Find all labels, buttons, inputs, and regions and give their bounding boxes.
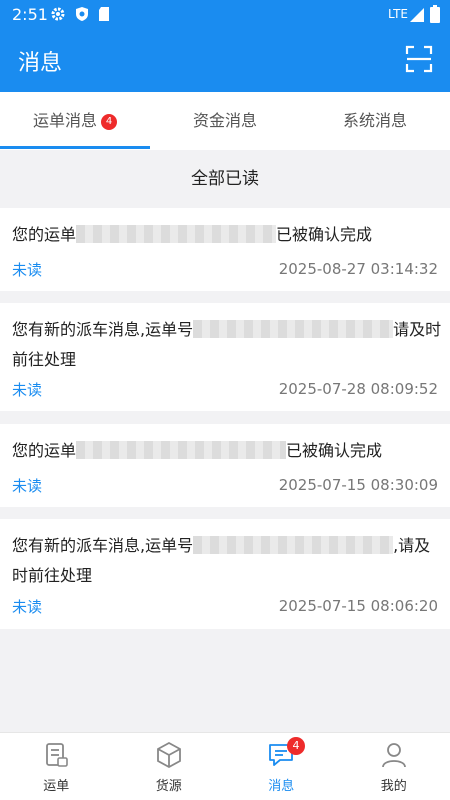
message-text-suffix: 已被确认完成 [276,225,373,244]
tab-waybill-messages[interactable]: 运单消息 4 [0,92,150,150]
nav-label: 消息 [268,779,295,794]
message-time: 2025-08-27 03:14:32 [278,260,438,278]
message-text: 您的运单 已被确认完成 [12,220,442,250]
sd-card-icon [99,7,109,21]
message-text-prefix: 您的运单 [12,441,77,460]
message-time: 2025-07-28 08:09:52 [278,380,438,398]
settings-gear-icon [51,7,65,21]
waybill-icon [46,743,68,767]
status-bar: 2:51 LTE [0,0,450,30]
page-title: 消息 [18,51,63,76]
shield-icon [76,7,88,21]
active-tab-indicator [0,146,150,149]
status-time: 2:51 [12,5,48,24]
redacted-waybill-number [76,225,277,243]
nav-label: 我的 [380,779,407,794]
bottom-navigation: 运单 货源 4 消息 我的 [0,732,450,800]
tab-label: 运单消息 [32,111,97,130]
nav-unread-badge: 4 [287,737,305,755]
message-text-suffix: 已被确认完成 [286,441,383,460]
message-card[interactable]: 您有新的派车消息,运单号 ,请及时前往处理 未读 2025-07-15 08:06… [0,519,450,629]
message-text-prefix: 您有新的派车消息,运单号 [12,320,194,339]
unread-status: 未读 [12,381,43,399]
nav-item-waybill[interactable]: 运单 [0,733,113,800]
unread-status: 未读 [12,261,43,279]
message-card[interactable]: 您的运单 已被确认完成 未读 2025-07-15 08:30:09 [0,424,450,507]
nav-label: 货源 [155,779,182,794]
tab-label: 资金消息 [192,111,257,130]
unread-status: 未读 [12,598,43,616]
nav-item-messages[interactable]: 4 消息 [225,733,338,800]
message-text: 您的运单 已被确认完成 [12,436,442,466]
message-text-prefix: 您的运单 [12,225,77,244]
battery-icon [430,5,440,23]
unread-status: 未读 [12,477,43,495]
message-text: 您有新的派车消息,运单号 ,请及时前往处理 [12,531,442,591]
message-tabs: 运单消息 4 资金消息 系统消息 [0,92,450,150]
user-icon [381,743,406,768]
redacted-waybill-number [193,536,394,554]
nav-label: 运单 [43,779,70,794]
nav-item-cargo-source[interactable]: 货源 [113,733,226,800]
tab-fund-messages[interactable]: 资金消息 [150,92,300,150]
message-card[interactable]: 您的运单 已被确认完成 未读 2025-08-27 03:14:32 [0,208,450,291]
message-card[interactable]: 您有新的派车消息,运单号 请及时前往处理 未读 2025-07-28 08:09:… [0,303,450,411]
box-icon [156,741,181,769]
message-time: 2025-07-15 08:30:09 [278,476,438,494]
network-type: LTE [388,7,408,21]
signal-icon [410,8,424,22]
message-time: 2025-07-15 08:06:20 [278,597,438,615]
tab-unread-badge: 4 [101,114,117,130]
nav-item-mine[interactable]: 我的 [338,733,450,800]
app-bar: 消息 [0,30,450,92]
message-text-prefix: 您有新的派车消息,运单号 [12,536,194,555]
scan-button[interactable] [405,45,433,73]
redacted-waybill-number [193,320,394,338]
tab-system-messages[interactable]: 系统消息 [300,92,450,150]
tab-label: 系统消息 [342,111,407,130]
message-text: 您有新的派车消息,运单号 请及时前往处理 [12,315,442,375]
redacted-waybill-number [76,441,287,459]
mark-all-read-button[interactable]: 全部已读 [0,150,450,208]
scan-icon [405,45,433,73]
